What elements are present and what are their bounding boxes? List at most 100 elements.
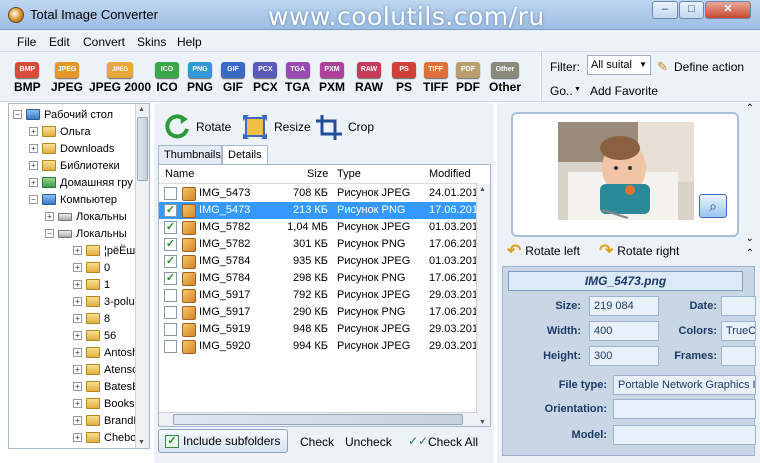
file-row[interactable]: IMG_5917 290 КБ Рисунок PNG 17.06.2013 [159, 304, 484, 321]
format-other-button[interactable]: Other Other [489, 62, 521, 94]
expand-icon[interactable]: + [73, 416, 82, 425]
file-row[interactable]: ✓ IMG_5782 1,04 МБ Рисунок JPEG 01.03.2013 [159, 219, 484, 236]
expand-icon[interactable]: + [73, 263, 82, 272]
minimize-button[interactable]: – [652, 1, 678, 19]
tree-item[interactable]: + Домашняя гру [29, 174, 133, 191]
format-ico-button[interactable]: ICO ICO [155, 62, 179, 94]
format-tiff-button[interactable]: TIFF TIFF [423, 62, 448, 94]
tree-item[interactable]: +8 [73, 310, 110, 327]
checkbox[interactable] [164, 306, 177, 319]
close-button[interactable]: ✕ [705, 1, 751, 19]
checkbox-checked[interactable]: ✓ [164, 238, 177, 251]
format-gif-button[interactable]: GIF GIF [221, 62, 245, 94]
scroll-up-icon[interactable]: ▲ [138, 106, 145, 113]
tab-thumbnails[interactable]: Thumbnails [158, 145, 222, 164]
column-modified[interactable]: Modified [429, 168, 471, 180]
tree-item[interactable]: + Ольга [29, 123, 90, 140]
maximize-button[interactable]: □ [679, 1, 704, 19]
rotate-left-button[interactable]: ↶ Rotate left [507, 241, 580, 261]
format-bmp-button[interactable]: BMP BMP [14, 62, 41, 94]
column-type[interactable]: Type [337, 168, 361, 180]
menu-skins[interactable]: Skins [137, 35, 166, 49]
checkbox-checked[interactable]: ✓ [164, 272, 177, 285]
tree-item[interactable]: − Компьютер [29, 191, 117, 208]
checkbox-checked[interactable]: ✓ [164, 255, 177, 268]
tree-item[interactable]: + Antosh [73, 344, 138, 361]
chevron-up-icon[interactable]: ⌃ [746, 103, 754, 114]
tree-item[interactable]: − Локальны [45, 225, 127, 242]
tree-item[interactable]: +3-polus [73, 293, 140, 310]
h-scroll-thumb[interactable] [173, 414, 463, 425]
format-ps-button[interactable]: PS PS [392, 62, 416, 94]
expand-icon[interactable]: + [73, 314, 82, 323]
file-row[interactable]: IMG_5920 994 КБ Рисунок JPEG 29.03.2013 [159, 338, 484, 355]
tree-item[interactable]: + Библиотеки [29, 157, 120, 174]
scroll-thumb[interactable] [137, 117, 148, 181]
tree-item[interactable]: + Downloads [29, 140, 114, 157]
scroll-down-icon[interactable]: ▼ [479, 419, 486, 426]
rotate-button[interactable]: Rotate [162, 113, 231, 141]
expand-icon[interactable]: + [73, 297, 82, 306]
tree-item[interactable]: + ¦рёЁш- [73, 242, 139, 259]
file-list-scrollbar[interactable]: ▲ ▼ [476, 184, 490, 426]
format-pdf-button[interactable]: PDF PDF [456, 62, 480, 94]
checkbox[interactable] [164, 340, 177, 353]
tree-item[interactable]: + Локальны [45, 208, 127, 225]
tree-item[interactable]: − Рабочий стол [13, 106, 113, 123]
expand-icon[interactable]: + [73, 246, 82, 255]
chevron-up-icon[interactable]: ⌃ [746, 248, 754, 259]
format-jpeg-button[interactable]: JPEG JPEG [51, 62, 83, 94]
file-row[interactable]: ✓ IMG_5784 298 КБ Рисунок PNG 17.06.2013 [159, 270, 484, 287]
check-all-button[interactable]: Check All [428, 435, 478, 449]
check-button[interactable]: Check [300, 435, 334, 449]
tree-item[interactable]: +1 [73, 276, 110, 293]
checkbox-checked[interactable]: ✓ [164, 204, 177, 217]
format-png-button[interactable]: PNG PNG [187, 62, 213, 94]
scroll-down-icon[interactable]: ▼ [138, 439, 145, 446]
expand-icon[interactable]: + [73, 382, 82, 391]
tree-item[interactable]: +0 [73, 259, 110, 276]
tree-item[interactable]: + Chebo [73, 429, 136, 446]
format-tga-button[interactable]: TGA TGA [285, 62, 310, 94]
tree-item[interactable]: + Books [73, 395, 135, 412]
menu-edit[interactable]: Edit [49, 35, 70, 49]
define-action-button[interactable]: Define action [674, 60, 744, 74]
menu-file[interactable]: File [17, 35, 36, 49]
file-row[interactable]: ✓ IMG_5784 935 КБ Рисунок JPEG 01.03.2013 [159, 253, 484, 270]
checkbox[interactable] [164, 289, 177, 302]
collapse-icon[interactable]: − [29, 195, 38, 204]
file-row[interactable]: ✓ IMG_5473 213 КБ Рисунок PNG 17.06.2013 [159, 202, 484, 219]
format-pxm-button[interactable]: PXM PXM [319, 62, 345, 94]
scroll-up-icon[interactable]: ▲ [479, 186, 486, 193]
expand-icon[interactable]: + [73, 348, 82, 357]
tree-item[interactable]: +56 [73, 327, 116, 344]
expand-icon[interactable]: + [29, 127, 38, 136]
checkbox-checked[interactable]: ✓ [164, 221, 177, 234]
tree-item[interactable]: + Atenso [73, 361, 138, 378]
tree-item[interactable]: + BatesE [73, 378, 139, 395]
collapse-icon[interactable]: − [45, 229, 54, 238]
tab-details[interactable]: Details [222, 145, 268, 164]
zoom-button[interactable]: ⌕ [699, 194, 727, 218]
add-favorite-button[interactable]: Add Favorite [590, 84, 658, 98]
file-row[interactable]: IMG_5919 948 КБ Рисунок JPEG 29.03.2013 [159, 321, 484, 338]
rotate-right-button[interactable]: ↷ Rotate right [599, 241, 679, 261]
expand-icon[interactable]: + [73, 399, 82, 408]
format-pcx-button[interactable]: PCX PCX [253, 62, 278, 94]
expand-icon[interactable]: + [73, 280, 82, 289]
include-subfolders-button[interactable]: ✓ Include subfolders [158, 429, 288, 453]
crop-button[interactable]: Crop [314, 113, 374, 141]
expand-icon[interactable]: + [73, 433, 82, 442]
chevron-down-icon[interactable]: ⌄ [746, 233, 754, 244]
format-raw-button[interactable]: RAW RAW [355, 62, 383, 94]
column-name[interactable]: Name [165, 168, 194, 180]
format-jpeg2000-button[interactable]: JPEG 2000 JPEG 2000 [89, 62, 151, 94]
tree-scrollbar[interactable]: ▲ ▼ [135, 104, 149, 448]
column-size[interactable]: Size [307, 168, 328, 180]
menu-convert[interactable]: Convert [83, 35, 125, 49]
expand-icon[interactable]: + [29, 144, 38, 153]
expand-icon[interactable]: + [29, 178, 38, 187]
tree-item[interactable]: + BrandR [73, 412, 141, 429]
expand-icon[interactable]: + [29, 161, 38, 170]
uncheck-button[interactable]: Uncheck [345, 435, 392, 449]
